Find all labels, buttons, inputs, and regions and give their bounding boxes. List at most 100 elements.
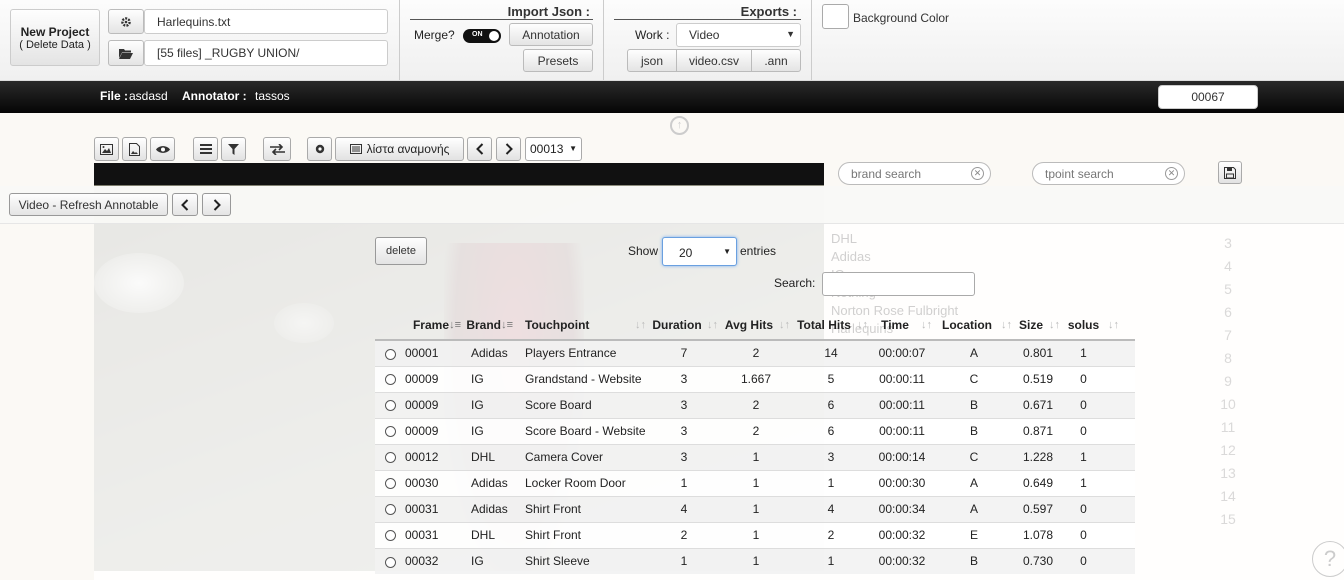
waitlist-label: λίστα αναμονής (366, 142, 450, 156)
export-json-button[interactable]: json (627, 49, 677, 72)
ghost-brand: DHL (831, 231, 858, 246)
col-solus[interactable]: solus ↓↑ (1062, 311, 1135, 341)
table-row[interactable]: 00032 IG Shirt Sleeve 1 1 1 00:00:32 B 0.730 0 (375, 547, 1135, 574)
table-row[interactable]: 00031 DHL Shirt Front 2 1 2 00:00:32 E 1.078 0 (375, 521, 1135, 548)
config-file-field[interactable]: Harlequins.txt (144, 9, 388, 34)
row-radio[interactable] (384, 400, 396, 412)
filter-button[interactable] (221, 137, 246, 161)
cell-total-hits: 6 (792, 417, 870, 444)
col-duration[interactable]: Duration ↓↑ (648, 311, 720, 341)
brand-search-input[interactable]: brand search ✕ (838, 162, 991, 185)
help-icon[interactable]: ? (1312, 541, 1344, 577)
swap-button[interactable] (263, 137, 291, 161)
export-ann-button[interactable]: .ann (751, 49, 801, 72)
cell-brand: DHL (463, 443, 515, 470)
cell-avg-hits: 2 (720, 339, 792, 366)
cell-brand: Adidas (463, 339, 515, 366)
refresh-next-button[interactable] (202, 193, 231, 216)
cell-frame: 00001 (405, 339, 463, 366)
refresh-prev-button[interactable] (172, 193, 198, 216)
cell-solus: 0 (1062, 521, 1135, 548)
ghost-brand: Adidas (831, 249, 871, 264)
table-header-row: Frame ↓≡ Brand ↓≡ Touchpoint ↓↑ Duration ↓↑ … (375, 311, 1135, 341)
new-project-button[interactable]: New Project ( Delete Data ) (10, 9, 100, 66)
sort-icon: ↓↑ (635, 319, 646, 331)
video-top-bar (94, 163, 824, 185)
row-radio[interactable] (384, 426, 396, 438)
clear-icon[interactable]: ✕ (971, 167, 984, 180)
col-location[interactable]: Location ↓↑ (934, 311, 1014, 341)
col-frame[interactable]: Frame ↓≡ (405, 311, 463, 341)
row-radio[interactable] (384, 530, 396, 542)
row-radio[interactable] (384, 478, 396, 490)
cell-frame: 00009 (405, 365, 463, 392)
table-row[interactable]: 00031 Adidas Shirt Front 4 1 4 00:00:34 A 0.597 0 (375, 495, 1135, 522)
next-frame-button[interactable] (496, 137, 521, 161)
save-button[interactable] (1218, 161, 1242, 184)
filter-icon (228, 143, 239, 155)
file-image-button[interactable] (122, 137, 147, 161)
presets-button[interactable]: Presets (523, 49, 593, 72)
refresh-annotable-button[interactable]: Video - Refresh Annotable (9, 193, 168, 216)
waitlist-button[interactable]: λίστα αναμονής (335, 137, 464, 161)
table-row[interactable]: 00009 IG Score Board - Website 3 2 6 00:00:11 B… (375, 417, 1135, 444)
cell-solus: 1 (1062, 443, 1135, 470)
export-csv-label: video.csv (688, 53, 740, 68)
folder-field[interactable]: [55 files] _RUGBY UNION/ (144, 40, 388, 66)
prev-frame-button[interactable] (467, 137, 492, 161)
cell-brand: IG (463, 547, 515, 574)
col-brand[interactable]: Brand ↓≡ (463, 311, 515, 341)
row-select-cell (375, 547, 405, 574)
col-total-hits[interactable]: Total Hits ↓↑ (792, 311, 870, 341)
merge-toggle[interactable]: ON (463, 29, 501, 43)
col-size[interactable]: Size ↓↑ (1014, 311, 1062, 341)
menu-button[interactable] (193, 137, 218, 161)
scroll-up-icon[interactable]: ↑ (670, 116, 689, 135)
config-button[interactable] (108, 9, 144, 34)
chevron-left-icon (181, 198, 189, 211)
image-button[interactable] (94, 137, 119, 161)
delete-button[interactable]: delete (375, 237, 427, 265)
frame-select[interactable]: 00013 ▼ (525, 137, 582, 161)
table-row[interactable]: 00012 DHL Camera Cover 3 1 3 00:00:14 C 1.228 1 (375, 443, 1135, 470)
import-annotation-button[interactable]: Annotation (509, 23, 593, 46)
row-radio[interactable] (384, 348, 396, 360)
col-touchpoint[interactable]: Touchpoint ↓↑ (515, 311, 648, 341)
cell-touchpoint: Score Board - Website (515, 417, 648, 444)
col-avg-hits[interactable]: Avg Hits ↓↑ (720, 311, 792, 341)
clear-icon[interactable]: ✕ (1165, 167, 1178, 180)
table-search-input[interactable] (822, 272, 975, 296)
entries-select[interactable]: 20 ▼ (662, 237, 737, 266)
cell-touchpoint: Shirt Sleeve (515, 547, 648, 574)
cell-location: A (934, 495, 1014, 522)
cell-total-hits: 14 (792, 339, 870, 366)
export-csv-button[interactable]: video.csv (676, 49, 752, 72)
col-time[interactable]: Time ↓↑ (870, 311, 934, 341)
work-select[interactable]: Video ▼ (676, 23, 801, 47)
cell-frame: 00012 (405, 443, 463, 470)
cell-location: C (934, 365, 1014, 392)
sort-desc-icon: ↓≡ (449, 319, 461, 331)
open-folder-button[interactable] (108, 40, 144, 66)
cell-duration: 3 (648, 417, 720, 444)
table-row[interactable]: 00009 IG Grandstand - Website 3 1.667 5 00:00:… (375, 365, 1135, 392)
table-row[interactable]: 00001 Adidas Players Entrance 7 2 14 00:00:07 A… (375, 339, 1135, 366)
divider (603, 0, 604, 80)
row-radio[interactable] (384, 374, 396, 386)
cell-avg-hits: 2 (720, 417, 792, 444)
cell-location: A (934, 469, 1014, 496)
work-label: Work : (635, 28, 670, 42)
table-row[interactable]: 00030 Adidas Locker Room Door 1 1 1 00:00:30 A 0… (375, 469, 1135, 496)
row-radio[interactable] (384, 504, 396, 516)
row-radio[interactable] (384, 452, 396, 464)
cell-size: 1.228 (1014, 443, 1062, 470)
background-color-swatch[interactable] (822, 4, 849, 29)
row-radio[interactable] (384, 556, 396, 568)
eye-icon (155, 145, 170, 153)
search-label: Search: (774, 276, 816, 290)
table-row[interactable]: 00009 IG Score Board 3 2 6 00:00:11 B 0.671 0 (375, 391, 1135, 418)
ghost-number: 4 (1224, 258, 1232, 274)
view-button[interactable] (150, 137, 175, 161)
settings-button[interactable] (307, 137, 332, 161)
tpoint-search-input[interactable]: tpoint search ✕ (1032, 162, 1185, 185)
